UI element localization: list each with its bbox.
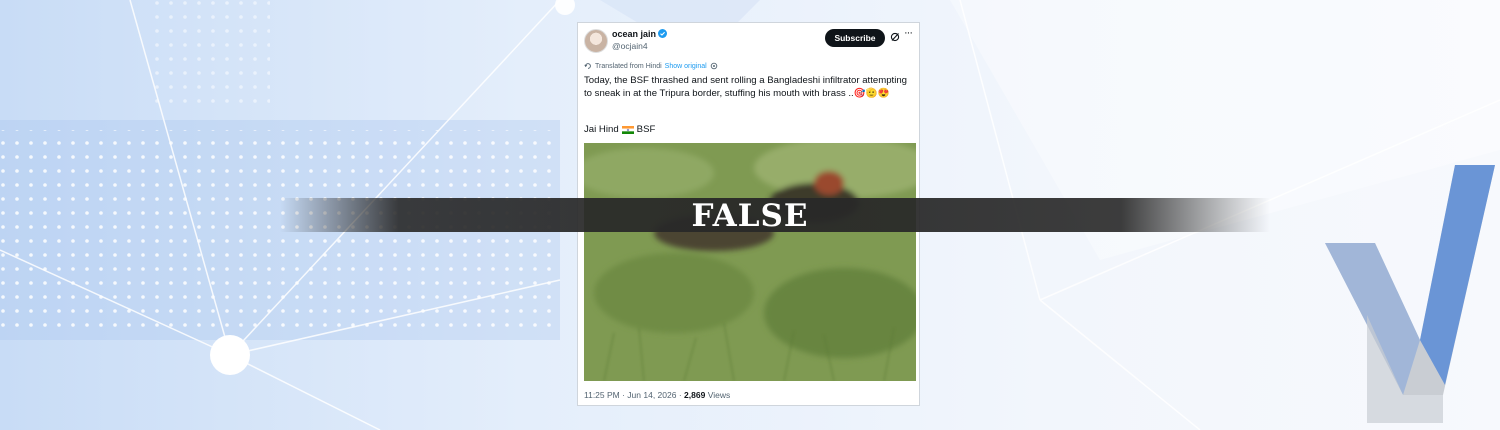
translate-icon	[584, 63, 591, 69]
views-count: 2,869	[684, 390, 706, 400]
jai-hind-text: Jai Hind	[584, 124, 619, 135]
subscribe-button[interactable]: Subscribe	[825, 29, 885, 47]
brand-logo-icon	[1325, 165, 1495, 423]
verified-badge-icon	[658, 29, 667, 38]
video-frame	[584, 143, 916, 381]
tweet-text: Today, the BSF thrashed and sent rolling…	[584, 75, 908, 99]
author-name[interactable]: ocean jain	[612, 29, 656, 39]
author-handle[interactable]: @ocjain4	[612, 41, 648, 51]
grok-icon[interactable]	[890, 32, 900, 42]
india-flag-icon	[621, 125, 634, 134]
timestamp[interactable]: 11:25 PM · Jun 14, 2026 ·	[584, 390, 682, 400]
translated-label: Translated from Hindi	[595, 62, 662, 70]
tweet-footer: 11:25 PM · Jun 14, 2026 · 2,869 Views	[584, 390, 730, 400]
more-icon[interactable]: ···	[904, 27, 913, 39]
verdict-label: FALSE	[691, 198, 809, 234]
tweet-video[interactable]	[584, 143, 916, 381]
show-original-link[interactable]: Show original	[665, 63, 707, 70]
avatar[interactable]	[584, 29, 608, 53]
bsf-text: BSF	[636, 124, 656, 135]
tweet-text-line2: Jai Hind BSF	[584, 124, 655, 135]
translation-notice: Translated from Hindi Show original	[584, 62, 718, 70]
settings-icon[interactable]	[710, 62, 718, 70]
views-label: Views	[707, 390, 731, 400]
